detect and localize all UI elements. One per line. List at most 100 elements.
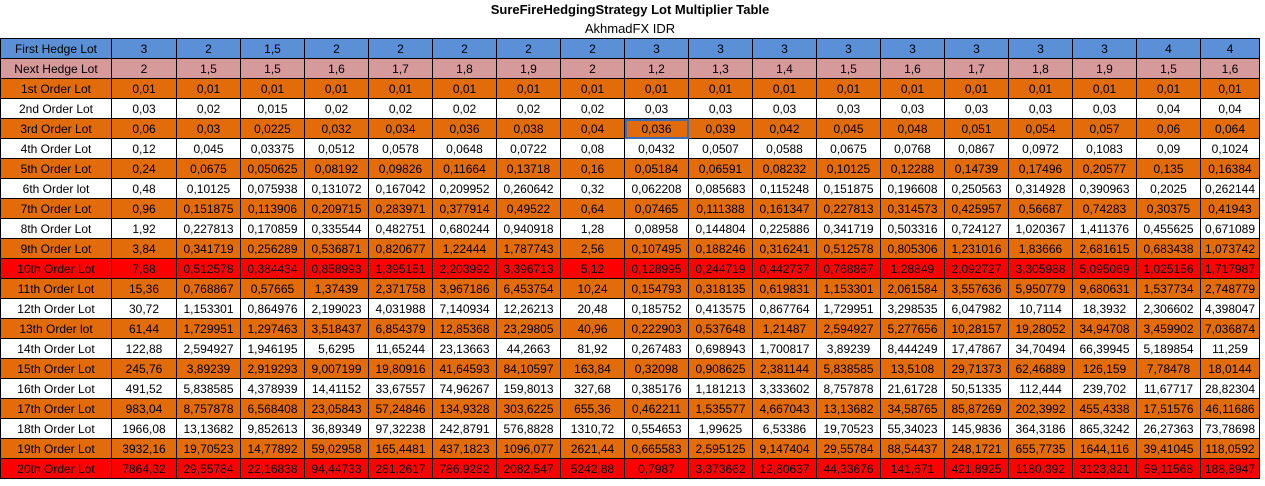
table-cell[interactable]: 0,048 xyxy=(880,118,945,139)
table-cell[interactable]: 134,9328 xyxy=(432,398,497,419)
table-cell[interactable]: 19,80916 xyxy=(368,358,433,379)
table-cell[interactable]: 165,4481 xyxy=(368,438,433,459)
row-label[interactable]: 2nd Order Lot xyxy=(0,98,112,119)
table-cell[interactable]: 0,045 xyxy=(176,138,241,159)
table-cell[interactable]: 0,1024 xyxy=(1200,138,1260,159)
table-cell[interactable]: 0,908625 xyxy=(688,358,753,379)
table-cell[interactable]: 23,05843 xyxy=(304,398,369,419)
table-cell[interactable]: 0,07465 xyxy=(624,198,689,219)
table-cell[interactable]: 0,256289 xyxy=(240,238,305,259)
table-cell[interactable]: 8,757878 xyxy=(176,398,241,419)
table-cell[interactable]: 23,13663 xyxy=(432,338,497,359)
table-cell[interactable]: 0,075938 xyxy=(240,178,305,199)
table-cell[interactable]: 1,153301 xyxy=(816,278,881,299)
table-cell[interactable]: 11,65244 xyxy=(368,338,433,359)
table-cell[interactable]: 145,9836 xyxy=(944,418,1009,439)
table-cell[interactable]: 40,96 xyxy=(560,318,625,339)
table-cell[interactable]: 18,3932 xyxy=(1072,298,1137,319)
table-cell[interactable]: 0,12288 xyxy=(880,158,945,179)
table-cell[interactable]: 3,333602 xyxy=(752,378,817,399)
table-cell[interactable]: 0,03 xyxy=(688,98,753,119)
table-cell[interactable]: 0,03 xyxy=(176,118,241,139)
table-cell[interactable]: 0,32098 xyxy=(624,358,689,379)
table-cell[interactable]: 327,68 xyxy=(560,378,625,399)
table-cell[interactable]: 0,0225 xyxy=(240,118,305,139)
table-cell[interactable]: 0,0722 xyxy=(496,138,561,159)
row-label[interactable]: 14th Order Lot xyxy=(0,338,112,359)
table-cell[interactable]: 421,8925 xyxy=(944,458,1009,479)
row-label[interactable]: 6th Order lot xyxy=(0,178,112,199)
table-cell[interactable]: 2 xyxy=(560,38,625,59)
table-cell[interactable]: 0,14739 xyxy=(944,158,1009,179)
table-cell[interactable]: 1,729951 xyxy=(176,318,241,339)
table-cell[interactable]: 23,29805 xyxy=(496,318,561,339)
table-cell[interactable]: 2,199023 xyxy=(304,298,369,319)
table-cell[interactable]: 0,390963 xyxy=(1072,178,1137,199)
table-cell[interactable]: 0,161347 xyxy=(752,198,817,219)
table-cell[interactable]: 0,10125 xyxy=(176,178,241,199)
table-cell[interactable]: 15,36 xyxy=(111,278,177,299)
table-cell[interactable]: 2,595125 xyxy=(688,438,753,459)
table-cell[interactable]: 1,6 xyxy=(304,58,369,79)
table-cell[interactable]: 3,967186 xyxy=(432,278,497,299)
table-cell[interactable]: 1,787743 xyxy=(496,238,561,259)
table-cell[interactable]: 0,227813 xyxy=(176,218,241,239)
table-cell[interactable]: 0,0675 xyxy=(816,138,881,159)
table-cell[interactable]: 0,503316 xyxy=(880,218,945,239)
table-cell[interactable]: 0,050625 xyxy=(240,158,305,179)
table-cell[interactable]: 0,08 xyxy=(560,138,625,159)
table-cell[interactable]: 2 xyxy=(304,38,369,59)
table-cell[interactable]: 0,462211 xyxy=(624,398,689,419)
table-cell[interactable]: 12,80637 xyxy=(752,458,817,479)
table-cell[interactable]: 0,03 xyxy=(880,98,945,119)
table-cell[interactable]: 3,557636 xyxy=(944,278,1009,299)
table-cell[interactable]: 0,41943 xyxy=(1200,198,1260,219)
table-cell[interactable]: 3 xyxy=(880,38,945,59)
table-cell[interactable]: 9,680631 xyxy=(1072,278,1137,299)
table-cell[interactable]: 3,298535 xyxy=(880,298,945,319)
table-cell[interactable]: 0,57665 xyxy=(240,278,305,299)
table-cell[interactable]: 0,01 xyxy=(368,78,433,99)
table-cell[interactable]: 2,306602 xyxy=(1136,298,1201,319)
table-cell[interactable]: 1,6 xyxy=(1200,58,1260,79)
table-cell[interactable]: 0,0512 xyxy=(304,138,369,159)
row-label[interactable]: 9th Order Lot xyxy=(0,238,112,259)
table-cell[interactable]: 0,01 xyxy=(304,78,369,99)
table-cell[interactable]: 2,061584 xyxy=(880,278,945,299)
row-label[interactable]: 16th Order Lot xyxy=(0,378,112,399)
table-cell[interactable]: 4,378939 xyxy=(240,378,305,399)
table-cell[interactable]: 0,01 xyxy=(688,78,753,99)
table-cell[interactable]: 0,768867 xyxy=(816,258,881,279)
table-cell[interactable]: 3 xyxy=(1008,38,1073,59)
table-cell[interactable]: 0,64 xyxy=(560,198,625,219)
table-cell[interactable]: 1,99625 xyxy=(688,418,753,439)
table-cell[interactable]: 19,70523 xyxy=(816,418,881,439)
table-cell[interactable]: 0,09826 xyxy=(368,158,433,179)
table-cell[interactable]: 9,852613 xyxy=(240,418,305,439)
table-cell[interactable]: 0,02 xyxy=(560,98,625,119)
table-cell[interactable]: 0,0675 xyxy=(176,158,241,179)
table-cell[interactable]: 1,37439 xyxy=(304,278,369,299)
table-cell[interactable]: 0,01 xyxy=(432,78,497,99)
table-cell[interactable]: 1,395151 xyxy=(368,258,433,279)
table-cell[interactable]: 6,854379 xyxy=(368,318,433,339)
table-cell[interactable]: 3 xyxy=(688,38,753,59)
table-cell[interactable]: 22,16838 xyxy=(240,458,305,479)
table-cell[interactable]: 0,05184 xyxy=(624,158,689,179)
table-cell[interactable]: 0,267483 xyxy=(624,338,689,359)
table-cell[interactable]: 1,535577 xyxy=(688,398,753,419)
table-cell[interactable]: 3,459902 xyxy=(1136,318,1201,339)
table-cell[interactable]: 2,092727 xyxy=(944,258,1009,279)
table-cell[interactable]: 21,61728 xyxy=(880,378,945,399)
table-cell[interactable]: 0,032 xyxy=(304,118,369,139)
table-cell[interactable]: 0,11664 xyxy=(432,158,497,179)
table-cell[interactable]: 26,27363 xyxy=(1136,418,1201,439)
table-cell[interactable]: 0,03 xyxy=(944,98,1009,119)
table-cell[interactable]: 0,512578 xyxy=(176,258,241,279)
table-cell[interactable]: 2 xyxy=(176,38,241,59)
table-cell[interactable]: 0,30375 xyxy=(1136,198,1201,219)
table-cell[interactable]: 0,671089 xyxy=(1200,218,1260,239)
table-cell[interactable]: 0,209952 xyxy=(432,178,497,199)
table-cell[interactable]: 1,8 xyxy=(432,58,497,79)
table-cell[interactable]: 0,225886 xyxy=(752,218,817,239)
